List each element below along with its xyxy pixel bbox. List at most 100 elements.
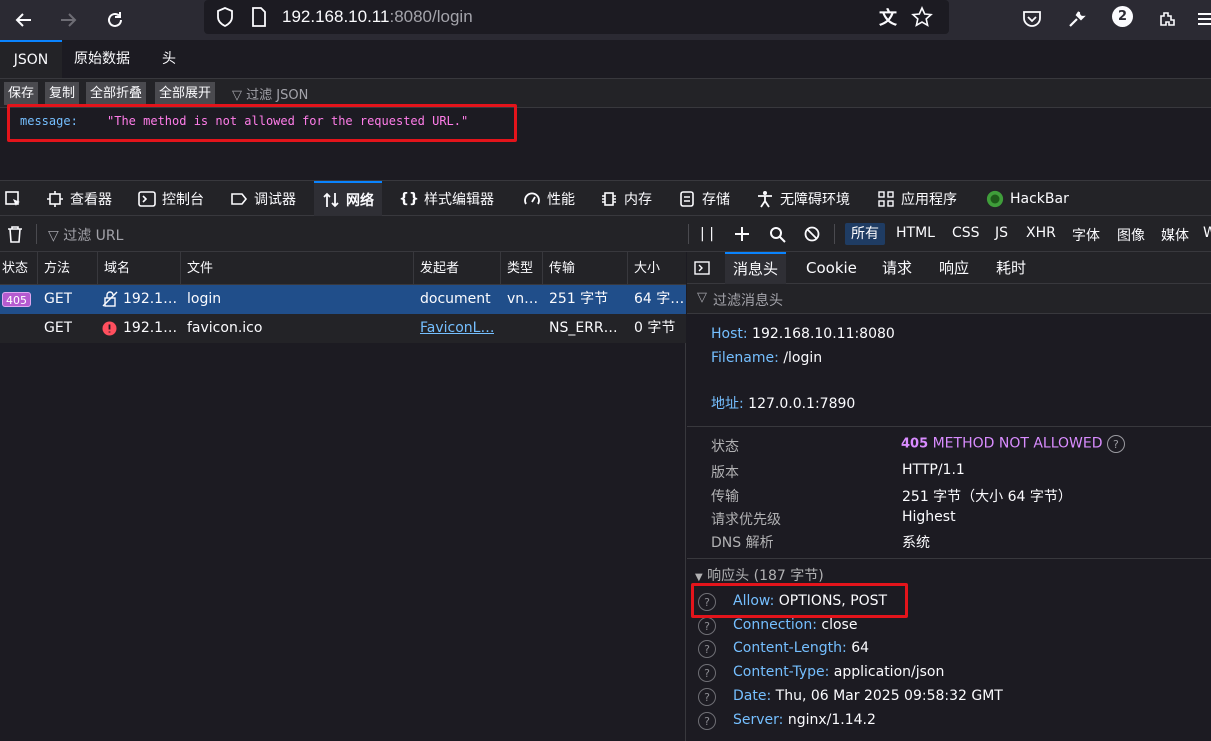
filter-js[interactable]: JS xyxy=(995,225,1008,241)
table-row[interactable]: GET 192.1… favicon.ico FaviconL… NS_ERR…… xyxy=(0,314,686,343)
divider xyxy=(36,224,37,244)
col-file[interactable]: 文件 xyxy=(180,252,213,285)
initiator-link[interactable]: FaviconL… xyxy=(420,314,494,343)
tab-cookie[interactable]: Cookie xyxy=(806,252,857,284)
help-icon[interactable]: ? xyxy=(698,617,716,635)
extensions-icon[interactable] xyxy=(1155,7,1179,31)
url-bar[interactable]: 192.168.10.11:8080/login 文 xyxy=(204,0,949,34)
tab-memory[interactable]: 内存 xyxy=(600,181,652,216)
json-filter-placeholder: 过滤 JSON xyxy=(246,88,309,103)
priority-label: 请求优先级 xyxy=(711,512,781,528)
status-badge: 405 xyxy=(2,292,31,307)
block-icon[interactable] xyxy=(802,224,822,244)
request-list: 状态 方法 域名 文件 发起者 类型 传输 大小 405 GET 192.1… … xyxy=(0,252,686,741)
help-icon[interactable]: ? xyxy=(698,664,716,682)
expand-all-button[interactable]: 全部展开 xyxy=(155,82,216,105)
filter-ws[interactable]: W xyxy=(1203,225,1211,241)
request-details-panel: 消息头 Cookie 请求 响应 耗时 ▽ 过滤消息头 Host: 192.16… xyxy=(687,252,1211,741)
col-size[interactable]: 大小 xyxy=(627,252,660,285)
page-icon[interactable] xyxy=(248,6,270,28)
tab-label: 网络 xyxy=(346,192,374,209)
tab-timings[interactable]: 耗时 xyxy=(996,252,1026,284)
tab-hackbar[interactable]: HackBar xyxy=(986,181,1069,216)
copy-button[interactable]: 复制 xyxy=(45,82,80,105)
domain: 192.1… xyxy=(123,291,178,307)
tab-style-editor[interactable]: {} 样式编辑器 xyxy=(399,181,494,216)
request-table-header: 状态 方法 域名 文件 发起者 类型 传输 大小 xyxy=(0,252,686,285)
tab-headers[interactable]: 头 xyxy=(162,40,176,78)
header-value: 64 xyxy=(851,640,870,656)
url-host: 192.168.10.11 xyxy=(282,7,390,26)
col-type[interactable]: 类型 xyxy=(500,252,533,285)
trash-icon[interactable] xyxy=(5,224,25,244)
headers-filter-input[interactable]: ▽ 过滤消息头 xyxy=(687,284,1211,314)
devtools-tabbar: 查看器 控制台 调试器 网络 {} 样式编辑器 性能 内存 存储 无障碍环境 应… xyxy=(0,180,1211,216)
col-transfer[interactable]: 传输 xyxy=(542,252,575,285)
toggle-panel-icon[interactable] xyxy=(693,259,711,277)
tab-request[interactable]: 请求 xyxy=(882,252,912,284)
response-header-content-type: Content-Type: application/json xyxy=(733,664,944,680)
filter-html[interactable]: HTML xyxy=(896,225,935,241)
pause-icon[interactable]: | | xyxy=(698,225,716,243)
tab-label: 应用程序 xyxy=(901,191,957,208)
element-picker-button[interactable] xyxy=(4,181,22,216)
collapse-all-button[interactable]: 全部折叠 xyxy=(86,82,147,105)
translate-icon[interactable]: 文 xyxy=(876,5,900,29)
help-icon[interactable]: ? xyxy=(698,712,716,730)
col-method[interactable]: 方法 xyxy=(37,252,70,285)
url-text[interactable]: 192.168.10.11:8080/login xyxy=(282,7,473,27)
col-domain[interactable]: 域名 xyxy=(97,252,130,285)
tab-storage[interactable]: 存储 xyxy=(678,181,730,216)
search-icon[interactable] xyxy=(767,224,787,244)
back-button[interactable] xyxy=(8,4,40,36)
filter-css[interactable]: CSS xyxy=(952,225,980,241)
domain: 192.1… xyxy=(123,320,178,336)
help-icon[interactable]: ? xyxy=(1106,435,1125,453)
tab-headers[interactable]: 消息头 xyxy=(725,252,787,284)
filter-fonts[interactable]: 字体 xyxy=(1072,225,1100,245)
plus-icon[interactable] xyxy=(732,224,752,244)
chip-icon xyxy=(600,190,618,208)
transfer: 251 字节 xyxy=(549,291,609,307)
tab-inspector[interactable]: 查看器 xyxy=(46,181,112,216)
response-headers-section[interactable]: ▼ 响应头 (187 字节) xyxy=(695,565,824,585)
tab-network[interactable]: 网络 xyxy=(314,181,382,216)
filter-images[interactable]: 图像 xyxy=(1117,225,1145,245)
forward-button[interactable] xyxy=(52,4,84,36)
filter-all[interactable]: 所有 xyxy=(845,223,885,245)
tab-console[interactable]: 控制台 xyxy=(138,181,204,216)
tab-raw-data[interactable]: 原始数据 xyxy=(74,40,130,78)
pocket-icon[interactable] xyxy=(1020,7,1044,31)
table-row[interactable]: 405 GET 192.1… login document vn… 251 字节… xyxy=(0,285,686,314)
tab-label: 样式编辑器 xyxy=(424,191,494,208)
shield-icon[interactable] xyxy=(214,6,236,28)
help-icon[interactable]: ? xyxy=(698,688,716,706)
tab-label: 性能 xyxy=(547,191,575,208)
tab-accessibility[interactable]: 无障碍环境 xyxy=(756,181,850,216)
response-header-server: Server: nginx/1.14.2 xyxy=(733,712,876,728)
menu-icon[interactable] xyxy=(1196,7,1211,31)
tab-label: 查看器 xyxy=(70,191,112,208)
tab-response[interactable]: 响应 xyxy=(939,252,969,284)
filter-icon: ▽ xyxy=(697,290,707,305)
reload-button[interactable] xyxy=(99,4,131,36)
header-name: Server: xyxy=(733,712,784,728)
filter-media[interactable]: 媒体 xyxy=(1161,225,1189,245)
help-icon[interactable]: ? xyxy=(698,640,716,658)
url-filter-input[interactable]: ▽ 过滤 URL xyxy=(48,225,123,245)
response-header-content-length: Content-Length: 64 xyxy=(733,640,869,656)
gauge-icon xyxy=(523,190,541,208)
json-filter-input[interactable]: ▽ 过滤 JSON xyxy=(232,84,308,103)
tab-performance[interactable]: 性能 xyxy=(523,181,575,216)
tab-debugger[interactable]: 调试器 xyxy=(230,181,296,216)
wrench-icon[interactable] xyxy=(1065,7,1089,31)
notification-badge[interactable]: 2 xyxy=(1112,6,1133,27)
filter-xhr[interactable]: XHR xyxy=(1026,225,1056,241)
col-initiator[interactable]: 发起者 xyxy=(413,252,459,285)
initiator: document xyxy=(420,291,491,307)
col-status[interactable]: 状态 xyxy=(0,252,28,285)
save-button[interactable]: 保存 xyxy=(4,82,39,105)
tab-json[interactable]: JSON xyxy=(0,40,62,78)
bookmark-star-icon[interactable] xyxy=(910,5,934,29)
tab-application[interactable]: 应用程序 xyxy=(877,181,957,216)
